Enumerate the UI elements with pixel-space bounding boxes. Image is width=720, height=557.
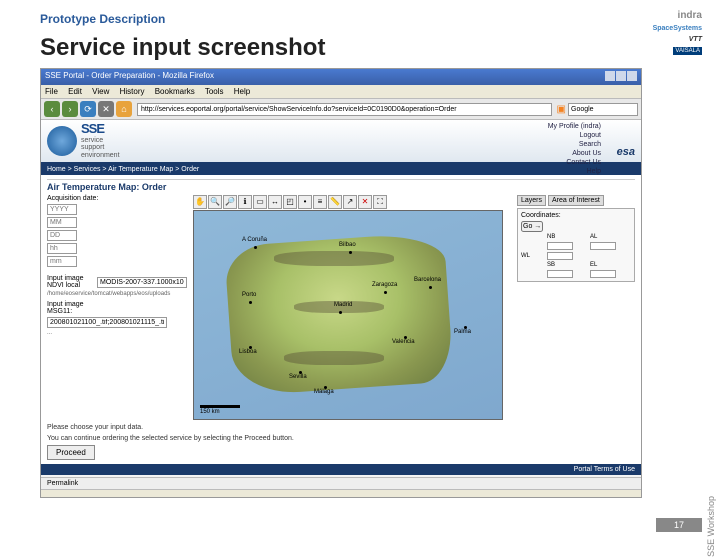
menu-help[interactable]: Help (234, 87, 250, 96)
logo-vtt: VTT (638, 36, 702, 43)
tool-select-icon[interactable]: ▭ (253, 195, 267, 209)
link-contact[interactable]: Contact Us (548, 158, 601, 167)
logo-indra: indra (638, 10, 702, 21)
tool-layers-icon[interactable]: ≡ (313, 195, 327, 209)
coord-go-button[interactable]: Go → (521, 221, 543, 232)
page-title: Air Temperature Map: Order (47, 179, 635, 192)
url-bar[interactable]: http://services.eoportal.org/portal/serv… (137, 103, 552, 116)
stop-icon[interactable]: ✕ (98, 101, 114, 117)
tool-clear-icon[interactable]: ✕ (358, 195, 372, 209)
tool-hand-icon[interactable]: ✋ (193, 195, 207, 209)
logo-spacesystems: SpaceSystems (638, 25, 702, 32)
acq-hh[interactable] (47, 243, 77, 254)
tool-zoomin-icon[interactable]: 🔍 (208, 195, 222, 209)
reload-icon[interactable]: ⟳ (80, 101, 96, 117)
home-icon[interactable]: ⌂ (116, 101, 132, 117)
coord-al[interactable] (590, 242, 616, 250)
city-barcelona: Barcelona (414, 277, 441, 283)
order-form: Acquisition date: Input image NDVI local… (47, 195, 187, 420)
city-valencia: Valencia (392, 339, 415, 345)
city-sevilla: Sevilla (289, 374, 307, 380)
browser-search[interactable]: Google (568, 103, 638, 116)
browser-navbar: ‹ › ⟳ ✕ ⌂ http://services.eoportal.org/p… (41, 99, 641, 120)
ndvi-label: Input image NDVI local (47, 275, 95, 289)
city-madrid: Madrid (334, 302, 352, 308)
ndvi-path: /home/eoservice/tomcat/webapps/eos/uploa… (47, 291, 187, 297)
sse-top-links: My Profile (indra) Logout Search About U… (548, 122, 601, 177)
msg-label: Input image MSG11: (47, 301, 105, 315)
coord-el[interactable] (590, 270, 616, 278)
back-icon[interactable]: ‹ (44, 101, 60, 117)
proceed-button[interactable]: Proceed (47, 445, 95, 460)
coord-panel: Coordinates: Go → NBAL WL SBEL (517, 208, 635, 282)
maximize-icon[interactable] (616, 71, 626, 81)
tool-info-icon[interactable]: ℹ (238, 195, 252, 209)
tool-point-icon[interactable]: • (298, 195, 312, 209)
city-bilbao: Bilbao (339, 242, 356, 248)
browser-statusbar (41, 489, 641, 497)
link-about[interactable]: About Us (548, 149, 601, 158)
menu-file[interactable]: File (45, 87, 58, 96)
acq-date-label: Acquisition date: (47, 195, 105, 202)
side-label: SSE Workshop (706, 496, 716, 557)
map-scale: 150 km (200, 405, 240, 415)
acq-min[interactable] (47, 256, 77, 267)
city-zaragoza: Zaragoza (372, 282, 397, 288)
tool-pan-icon[interactable]: ↔ (268, 195, 282, 209)
map-toolbar: ✋ 🔍 🔎 ℹ ▭ ↔ ◰ • ≡ 📏 ↗ ✕ ⛶ (193, 195, 511, 209)
browser-menubar[interactable]: File Edit View History Bookmarks Tools H… (41, 85, 641, 99)
msg-path: ... (47, 330, 187, 336)
close-icon[interactable] (627, 71, 637, 81)
tab-layers[interactable]: Layers (517, 195, 546, 206)
esa-logo: esa (617, 146, 635, 158)
coord-title: Coordinates: (521, 212, 631, 219)
coord-sb[interactable] (547, 270, 573, 278)
minimize-icon[interactable] (605, 71, 615, 81)
note-2: You can continue ordering the selected s… (47, 435, 635, 442)
tool-zoomout-icon[interactable]: 🔎 (223, 195, 237, 209)
tool-box-icon[interactable]: ◰ (283, 195, 297, 209)
city-lisboa: Lisboa (239, 349, 257, 355)
sponsor-logos: indra SpaceSystems VTT VAISALA (638, 10, 702, 59)
note-1: Please choose your input data. (47, 424, 635, 431)
logo-vaisala: VAISALA (673, 47, 702, 55)
ndvi-value[interactable] (97, 277, 187, 288)
city-coruna: A Coruña (242, 237, 267, 243)
menu-bookmarks[interactable]: Bookmarks (155, 87, 195, 96)
city-malaga: Málaga (314, 389, 334, 395)
tool-ruler-icon[interactable]: ↗ (343, 195, 357, 209)
tool-measure-icon[interactable]: 📏 (328, 195, 342, 209)
menu-edit[interactable]: Edit (68, 87, 82, 96)
rss-icon[interactable]: ▣ (557, 104, 566, 115)
sse-banner: SSE service support environment My Profi… (41, 120, 641, 164)
permalink[interactable]: Permalink (41, 477, 641, 489)
browser-titlebar: SSE Portal - Order Preparation - Mozilla… (41, 69, 641, 85)
sse-logo-text: SSE service support environment (81, 122, 120, 159)
menu-history[interactable]: History (120, 87, 145, 96)
acq-dd[interactable] (47, 230, 77, 241)
portal-footer[interactable]: Portal Terms of Use (41, 464, 641, 475)
acq-yyyy[interactable] (47, 204, 77, 215)
slide-title: Service input screenshot (40, 34, 325, 62)
link-logout[interactable]: Logout (548, 131, 601, 140)
city-porto: Porto (242, 292, 256, 298)
msg-value[interactable] (47, 317, 167, 328)
link-search[interactable]: Search (548, 140, 601, 149)
page-number: 17 (656, 518, 702, 532)
acq-mm[interactable] (47, 217, 77, 228)
coord-nb[interactable] (547, 242, 573, 250)
tool-full-icon[interactable]: ⛶ (373, 195, 387, 209)
forward-icon[interactable]: › (62, 101, 78, 117)
tab-aoi[interactable]: Area of Interest (548, 195, 604, 206)
menu-view[interactable]: View (92, 87, 109, 96)
sse-logo-icon (47, 126, 77, 156)
window-title: SSE Portal - Order Preparation - Mozilla… (45, 71, 214, 83)
map-viewer[interactable]: A Coruña Bilbao Madrid Zaragoza Barcelon… (193, 210, 503, 420)
link-profile[interactable]: My Profile (indra) (548, 122, 601, 131)
menu-tools[interactable]: Tools (205, 87, 224, 96)
slide-category: Prototype Description (40, 12, 165, 26)
city-palma: Palma (454, 329, 471, 335)
embedded-screenshot: SSE Portal - Order Preparation - Mozilla… (40, 68, 642, 498)
coord-wl[interactable] (547, 252, 573, 260)
